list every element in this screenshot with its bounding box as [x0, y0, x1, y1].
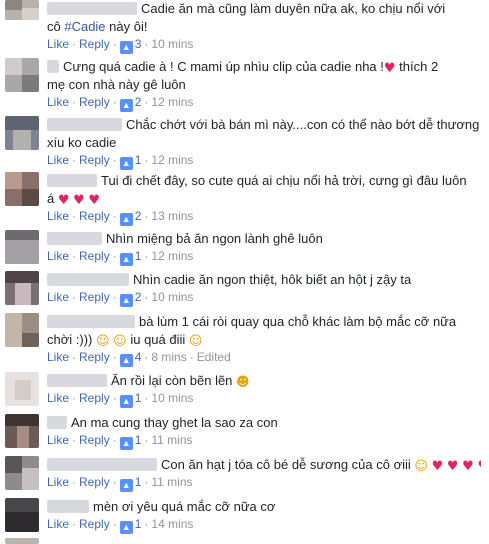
- like-button[interactable]: Like: [47, 37, 69, 51]
- like-button[interactable]: Like: [47, 249, 69, 263]
- laughing-emoji-icon: ☺: [113, 334, 127, 349]
- girl-emoji-icon: ☺: [414, 459, 428, 474]
- commenter-name-blurred[interactable]: [47, 2, 137, 15]
- avatar[interactable]: [5, 313, 39, 347]
- commenter-name-blurred[interactable]: [47, 273, 129, 286]
- commenter-name-blurred[interactable]: [47, 416, 67, 429]
- timestamp[interactable]: 12 mins: [151, 153, 193, 167]
- comment-actions: Like · Reply · ▲ 1 · 11 mins: [47, 433, 193, 450]
- comment-actions: Like · Reply · ▲ 2 · 12 mins: [47, 95, 194, 112]
- avatar[interactable]: [5, 271, 39, 305]
- like-count-icon[interactable]: ▲: [119, 99, 133, 112]
- commenter-name-blurred[interactable]: [47, 458, 157, 471]
- commenter-name-blurred[interactable]: [47, 232, 102, 245]
- hashtag-link[interactable]: #Cadie: [64, 19, 105, 34]
- like-button[interactable]: Like: [47, 391, 69, 405]
- timestamp[interactable]: 10 mins: [151, 391, 193, 405]
- reply-button[interactable]: Reply: [79, 37, 110, 51]
- reply-button[interactable]: Reply: [79, 249, 110, 263]
- timestamp[interactable]: 14 mins: [151, 517, 193, 531]
- reply-button[interactable]: Reply: [79, 475, 110, 489]
- comment-actions: Like · Reply · ▲ 2 · 10 mins: [47, 290, 194, 307]
- avatar[interactable]: [5, 498, 39, 532]
- avatar[interactable]: [5, 0, 39, 20]
- edited-label[interactable]: Edited: [197, 350, 231, 364]
- like-count-icon[interactable]: ▲: [119, 294, 133, 307]
- reply-button[interactable]: Reply: [79, 153, 110, 167]
- like-count-icon[interactable]: ▲: [119, 157, 133, 170]
- comment-actions: Like · Reply · ▲ 4 · 8 mins · Edited: [47, 350, 231, 367]
- like-count-icon[interactable]: ▲: [119, 479, 133, 492]
- heart-emoji-icon: ♥: [431, 459, 444, 474]
- avatar[interactable]: [5, 58, 39, 92]
- comment-actions: Like · Reply · ▲ 2 · 13 mins: [47, 209, 194, 226]
- avatar[interactable]: [5, 372, 39, 406]
- heart-emoji-icon: ♥: [477, 460, 481, 474]
- timestamp[interactable]: 8 mins: [151, 350, 186, 364]
- commenter-name-blurred[interactable]: [47, 500, 89, 513]
- heart-emoji-icon: ♥: [383, 61, 396, 76]
- timestamp[interactable]: 10 mins: [151, 290, 193, 304]
- comment-actions: Like · Reply · ▲ 1 · 12 mins: [47, 153, 194, 170]
- avatar[interactable]: [5, 116, 39, 150]
- like-count-icon[interactable]: ▲: [119, 395, 133, 408]
- commenter-name-blurred[interactable]: [47, 60, 59, 73]
- reply-button[interactable]: Reply: [79, 433, 110, 447]
- heart-emoji-icon: ♥: [88, 193, 101, 208]
- avatar[interactable]: [5, 230, 39, 264]
- heart-emoji-icon: ♥: [73, 193, 85, 208]
- commenter-name-blurred[interactable]: [47, 315, 135, 328]
- timestamp[interactable]: 12 mins: [151, 95, 193, 109]
- heart-eyes-emoji-icon: ☻: [236, 375, 250, 390]
- heart-emoji-icon: ♥: [446, 459, 459, 474]
- like-button[interactable]: Like: [47, 153, 69, 167]
- commenter-name-blurred[interactable]: [47, 174, 97, 187]
- commenter-name-blurred[interactable]: [47, 374, 107, 387]
- timestamp[interactable]: 11 mins: [151, 475, 192, 489]
- avatar[interactable]: [5, 414, 39, 448]
- like-count-icon[interactable]: ▲: [119, 437, 133, 450]
- commenter-name-blurred[interactable]: [47, 118, 122, 131]
- heart-emoji-icon: ♥: [57, 193, 70, 208]
- comment-actions: Like · Reply · ▲ 3 · 10 mins: [47, 37, 194, 54]
- timestamp[interactable]: 12 mins: [151, 249, 193, 263]
- reply-button[interactable]: Reply: [79, 95, 110, 109]
- like-button[interactable]: Like: [47, 517, 69, 531]
- avatar[interactable]: [5, 538, 39, 544]
- like-count-icon[interactable]: ▲: [119, 354, 133, 367]
- like-button[interactable]: Like: [47, 475, 69, 489]
- avatar[interactable]: [5, 456, 39, 490]
- comment-actions: Like · Reply · ▲ 1 · 14 mins: [47, 517, 194, 534]
- laughing-emoji-icon: ☺: [95, 334, 110, 349]
- comment-actions: Like · Reply · ▲ 1 · 12 mins: [47, 249, 194, 266]
- timestamp[interactable]: 13 mins: [151, 209, 193, 223]
- heart-emoji-icon: ♥: [462, 459, 474, 474]
- like-count-icon[interactable]: ▲: [119, 253, 133, 266]
- reply-button[interactable]: Reply: [79, 350, 110, 364]
- like-count-icon[interactable]: ▲: [119, 213, 133, 226]
- avatar[interactable]: [5, 172, 39, 206]
- like-button[interactable]: Like: [47, 433, 69, 447]
- grinning-emoji-icon: ☺: [188, 334, 203, 349]
- comment-text: Cadie ăn mà cũng làm duyên nữa ak, ko ch…: [47, 0, 481, 18]
- like-button[interactable]: Like: [47, 290, 69, 304]
- timestamp[interactable]: 10 mins: [151, 37, 193, 51]
- timestamp[interactable]: 11 mins: [151, 433, 192, 447]
- reply-button[interactable]: Reply: [79, 517, 110, 531]
- reply-button[interactable]: Reply: [79, 391, 110, 405]
- reply-button[interactable]: Reply: [79, 290, 110, 304]
- reply-button[interactable]: Reply: [79, 209, 110, 223]
- like-button[interactable]: Like: [47, 350, 69, 364]
- comment-actions: Like · Reply · ▲ 1 · 10 mins: [47, 391, 194, 408]
- like-button[interactable]: Like: [47, 209, 69, 223]
- comment-actions: Like · Reply · ▲ 1 · 11 mins: [47, 475, 193, 492]
- like-count-icon[interactable]: ▲: [119, 521, 133, 534]
- like-button[interactable]: Like: [47, 95, 69, 109]
- like-count-icon[interactable]: ▲: [119, 41, 133, 54]
